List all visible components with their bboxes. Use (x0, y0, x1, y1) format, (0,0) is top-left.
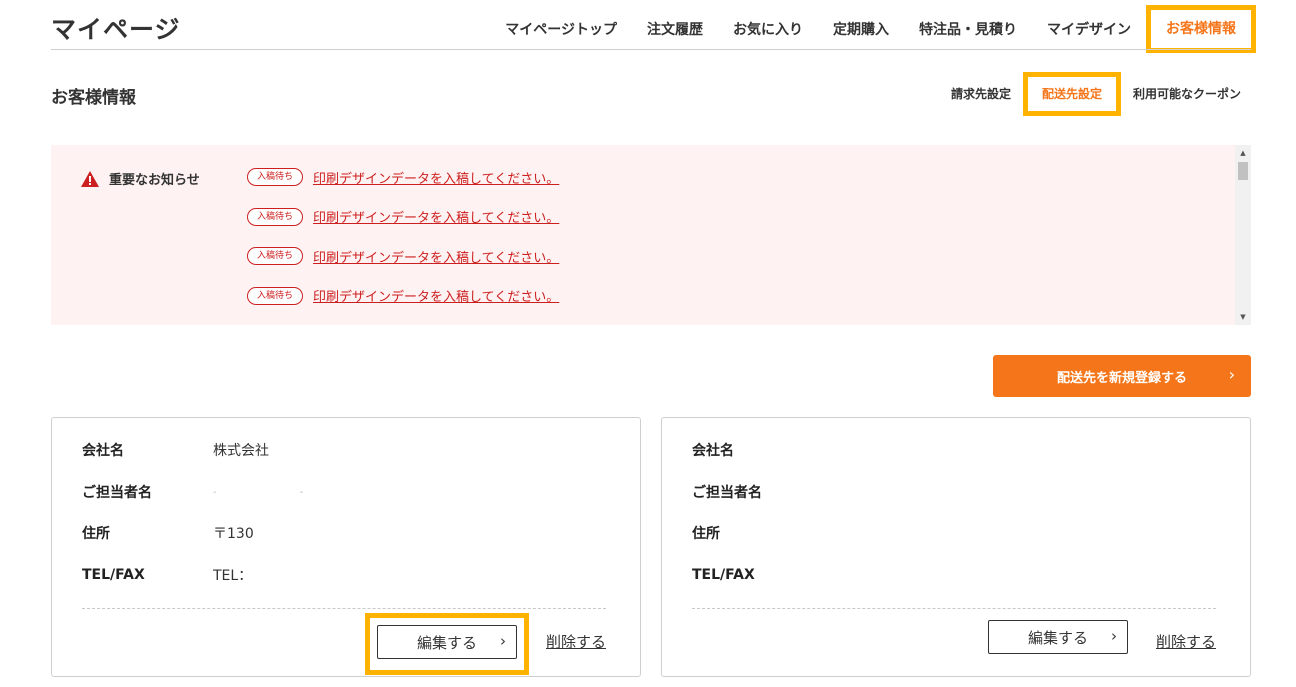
field-label: 会社名 (82, 443, 124, 459)
register-shipping-address-button[interactable]: 配送先を新規登録する › (993, 355, 1251, 397)
notice-link[interactable]: 印刷デザインデータを入稿してください。 (313, 286, 559, 305)
field-tel-fax: TEL/FAX (692, 565, 823, 585)
field-label: TEL/FAX (82, 567, 145, 583)
chevron-right-icon: › (1228, 365, 1235, 384)
notice-link[interactable]: 印刷デザインデータを入稿してください。 (313, 207, 559, 226)
status-badge: 入稿待ち (247, 286, 304, 305)
edit-button-label: 編集する (1027, 628, 1088, 647)
edit-button-label: 編集する (416, 633, 477, 652)
subnav-shipping-settings[interactable]: 配送先設定 (1022, 72, 1121, 116)
shipping-address-card: 会社名 ご担当者名 住所 TEL/FAX 編集する › 削除する (661, 417, 1251, 677)
status-badge: 入稿待ち (247, 168, 304, 186)
edit-button-wrap: 編集する › (981, 613, 1145, 675)
notice-link[interactable]: 印刷デザインデータを入稿してください。 (313, 247, 559, 266)
field-label: ご担当者名 (692, 485, 762, 501)
field-label: TEL/FAX (692, 567, 755, 583)
field-value: 〒130 (213, 526, 254, 542)
field-contact-person: ご担当者名 (692, 482, 823, 502)
sub-nav: 請求先設定 配送先設定 利用可能なクーポン (941, 72, 1251, 116)
warning-triangle-icon (81, 170, 99, 187)
field-company: 会社名 株式会社 (82, 440, 269, 460)
notice-list: 入稿待ち 印刷デザインデータを入稿してください。 入稿待ち 印刷デザインデータを… (247, 167, 559, 325)
notice-item: 入稿待ち 印刷デザインデータを入稿してください。 (247, 286, 559, 306)
notice-header: 重要なお知らせ (81, 169, 200, 188)
notice-link[interactable]: 印刷デザインデータを入稿してください。 (313, 168, 559, 187)
field-value: TEL： (213, 568, 253, 584)
edit-button[interactable]: 編集する › (377, 625, 517, 659)
scroll-down-arrow-icon[interactable]: ▼ (1235, 309, 1251, 325)
field-address: 住所 〒130 (82, 523, 254, 543)
section-title: お客様情報 (51, 88, 136, 108)
scroll-thumb[interactable] (1238, 162, 1248, 180)
notice-item: 入稿待ち 印刷デザインデータを入稿してください。 (247, 207, 559, 227)
main-nav: マイページトップ 注文履歴 お気に入り 定期購入 特注品・見積り マイデザイン … (490, 0, 1256, 53)
notice-item: 入稿待ち 印刷デザインデータを入稿してください。 (247, 167, 559, 187)
subnav-coupons[interactable]: 利用可能なクーポン (1123, 72, 1251, 116)
subnav-billing-settings[interactable]: 請求先設定 (941, 72, 1021, 116)
register-button-label: 配送先を新規登録する (1056, 370, 1187, 386)
scroll-up-arrow-icon[interactable]: ▲ (1235, 145, 1251, 161)
chevron-right-icon: › (500, 632, 506, 650)
field-label: 住所 (82, 526, 110, 542)
field-value: - - (213, 486, 344, 498)
chevron-right-icon: › (1111, 627, 1117, 645)
important-notice-panel: 重要なお知らせ 入稿待ち 印刷デザインデータを入稿してください。 入稿待ち 印刷… (51, 145, 1251, 325)
edit-button-highlight: 編集する › (365, 613, 529, 675)
status-badge: 入稿待ち (247, 247, 304, 265)
field-company: 会社名 (692, 440, 823, 460)
field-label: 住所 (692, 526, 720, 542)
card-divider (82, 608, 606, 609)
status-badge: 入稿待ち (247, 207, 304, 226)
delete-link[interactable]: 削除する (546, 631, 606, 652)
field-label: ご担当者名 (82, 485, 152, 501)
notice-item: 入稿待ち 印刷デザインデータを入稿してください。 (247, 246, 559, 266)
header-divider (51, 49, 1251, 50)
nav-customer-info[interactable]: お客様情報 (1146, 5, 1256, 53)
notice-scrollbar[interactable]: ▲ ▼ (1235, 145, 1251, 325)
field-label: 会社名 (692, 443, 734, 459)
card-divider (692, 608, 1216, 609)
notice-label: 重要なお知らせ (109, 173, 200, 188)
field-address: 住所 (692, 523, 823, 543)
field-tel-fax: TEL/FAX TEL： (82, 565, 252, 585)
delete-link[interactable]: 削除する (1156, 631, 1216, 652)
page-title: マイページ (51, 15, 181, 44)
shipping-address-card: 会社名 株式会社 ご担当者名 - - 住所 〒130 TEL/FAX TEL： … (51, 417, 641, 677)
edit-button[interactable]: 編集する › (988, 620, 1128, 654)
field-value: 株式会社 (213, 443, 269, 459)
field-contact-person: ご担当者名 - - (82, 482, 343, 502)
